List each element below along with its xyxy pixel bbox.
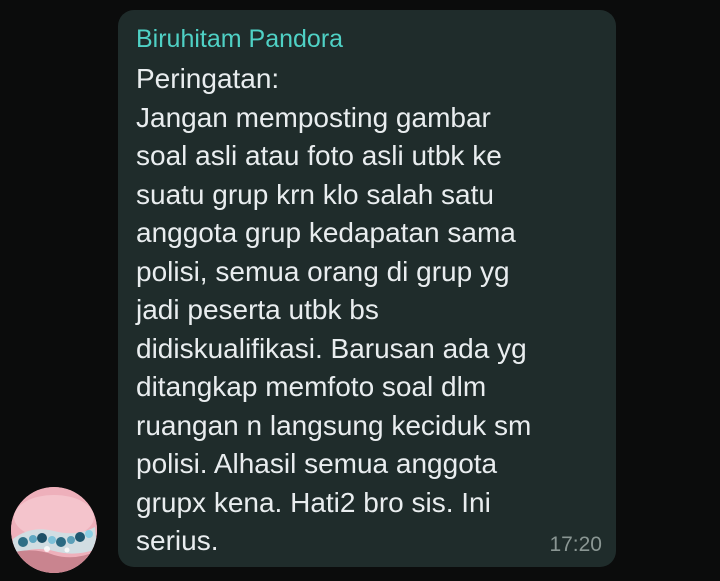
message-line: soal asli atau foto asli utbk ke xyxy=(136,140,502,171)
bracelet-photo-icon xyxy=(11,487,97,573)
message-line: Jangan memposting gambar xyxy=(136,101,491,133)
message-timestamp: 17:20 xyxy=(549,533,602,556)
chat-screen: Biruhitam Pandora Peringatan: Jangan mem… xyxy=(0,0,720,581)
message-line: jadi peserta utbk bs xyxy=(136,294,379,325)
sender-name[interactable]: Biruhitam Pandora xyxy=(136,24,600,54)
message-bubble[interactable]: Biruhitam Pandora Peringatan: Jangan mem… xyxy=(118,10,616,567)
message-line: didiskualifikasi. Barusan ada yg xyxy=(136,332,527,364)
message-line: polisi, semua orang di grup yg xyxy=(136,255,510,287)
message-line: anggota grup kedapatan sama xyxy=(136,217,516,248)
message-line: grupx kena. Hati2 bro sis. Ini xyxy=(136,486,491,518)
message-line: Peringatan: xyxy=(136,63,280,94)
message-line: serius. xyxy=(136,525,219,556)
message-line: suatu grup krn klo salah satu xyxy=(136,178,494,210)
message-line: ruangan n langsung keciduk sm xyxy=(136,409,532,441)
message-text: Peringatan: Jangan memposting gambar soa… xyxy=(136,60,606,561)
message-line: ditangkap memfoto soal dlm xyxy=(136,371,487,402)
sender-avatar[interactable] xyxy=(11,487,97,573)
message-line: polisi. Alhasil semua anggota xyxy=(136,448,498,479)
